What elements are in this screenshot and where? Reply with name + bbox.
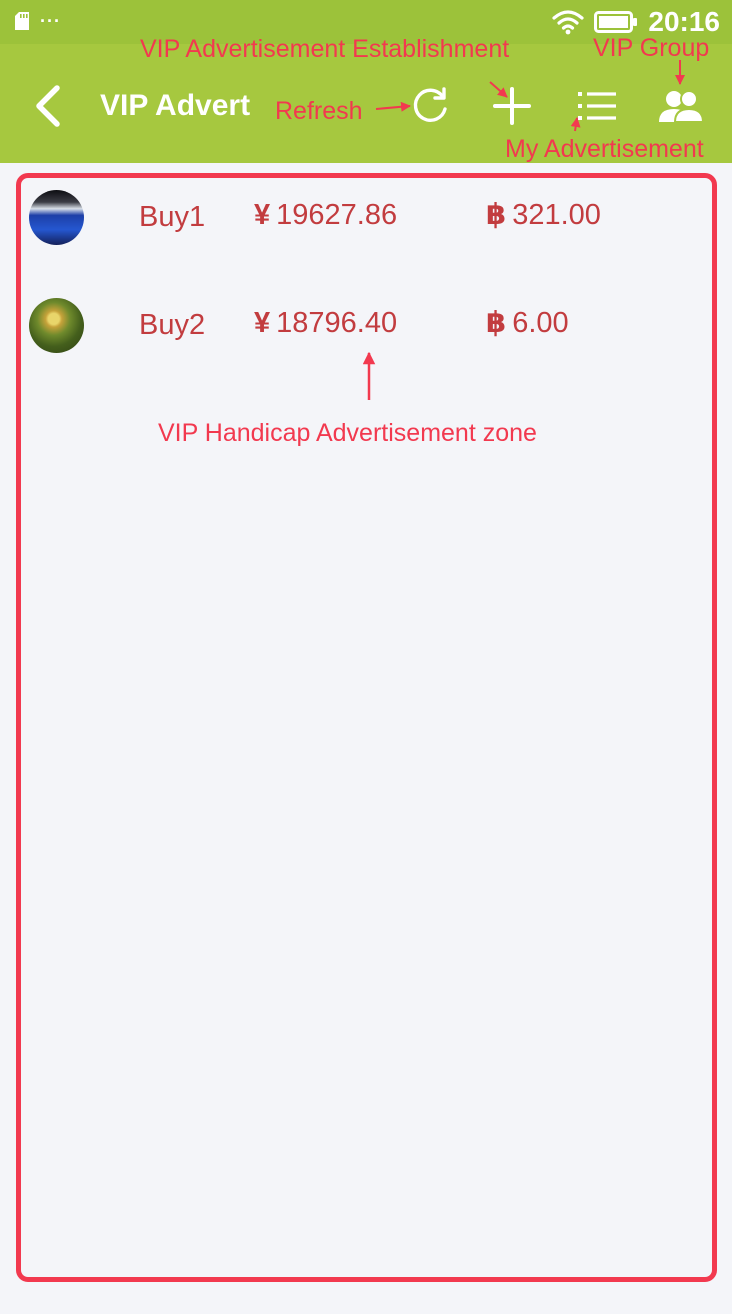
yuan-icon: ¥ <box>254 307 271 339</box>
list-icon <box>578 92 616 120</box>
ad-name: Buy2 <box>139 309 206 341</box>
sd-card-icon <box>15 12 29 30</box>
ad-amount: ฿ 6.00 <box>486 306 569 340</box>
plus-icon <box>493 87 531 125</box>
advertisement-row[interactable]: Buy2 ¥18796.40 ฿ 6.00 <box>20 278 710 368</box>
ad-amount: ฿ 321.00 <box>486 198 601 232</box>
back-icon <box>36 85 60 127</box>
baht-icon: ฿ <box>486 307 507 339</box>
yuan-icon: ¥ <box>254 199 271 231</box>
refresh-button[interactable] <box>404 80 456 132</box>
ad-amount-value: 321.00 <box>512 199 601 231</box>
status-left: ··· <box>14 11 61 31</box>
page-title: VIP Advert <box>100 89 251 122</box>
battery-icon <box>594 11 638 33</box>
advertisement-row[interactable]: Buy1 ¥19627.86 ฿ 321.00 <box>20 170 710 260</box>
refresh-icon <box>413 87 447 122</box>
annotation-handicap-zone: VIP Handicap Advertisement zone <box>158 419 537 447</box>
group-icon <box>659 90 705 123</box>
ad-price-value: 18796.40 <box>276 307 398 339</box>
annotation-refresh: Refresh <box>275 97 363 125</box>
avatar <box>29 298 84 353</box>
ad-price-value: 19627.86 <box>276 199 398 231</box>
more-notifications-indicator: ··· <box>40 11 61 31</box>
annotation-vip-group: VIP Group <box>593 34 710 62</box>
wifi-icon <box>552 10 584 35</box>
add-advertisement-button[interactable] <box>486 80 538 132</box>
ad-price: ¥18796.40 <box>254 306 397 340</box>
baht-icon: ฿ <box>486 199 507 231</box>
annotation-my-advertisement: My Advertisement <box>505 135 704 163</box>
back-button[interactable] <box>26 80 70 132</box>
ad-name: Buy1 <box>139 201 206 233</box>
annotation-establishment: VIP Advertisement Establishment <box>140 35 510 63</box>
vip-group-button[interactable] <box>655 80 707 132</box>
avatar <box>29 190 84 245</box>
ad-amount-value: 6.00 <box>512 307 569 339</box>
my-advertisement-button[interactable] <box>571 80 623 132</box>
ad-price: ¥19627.86 <box>254 198 397 232</box>
